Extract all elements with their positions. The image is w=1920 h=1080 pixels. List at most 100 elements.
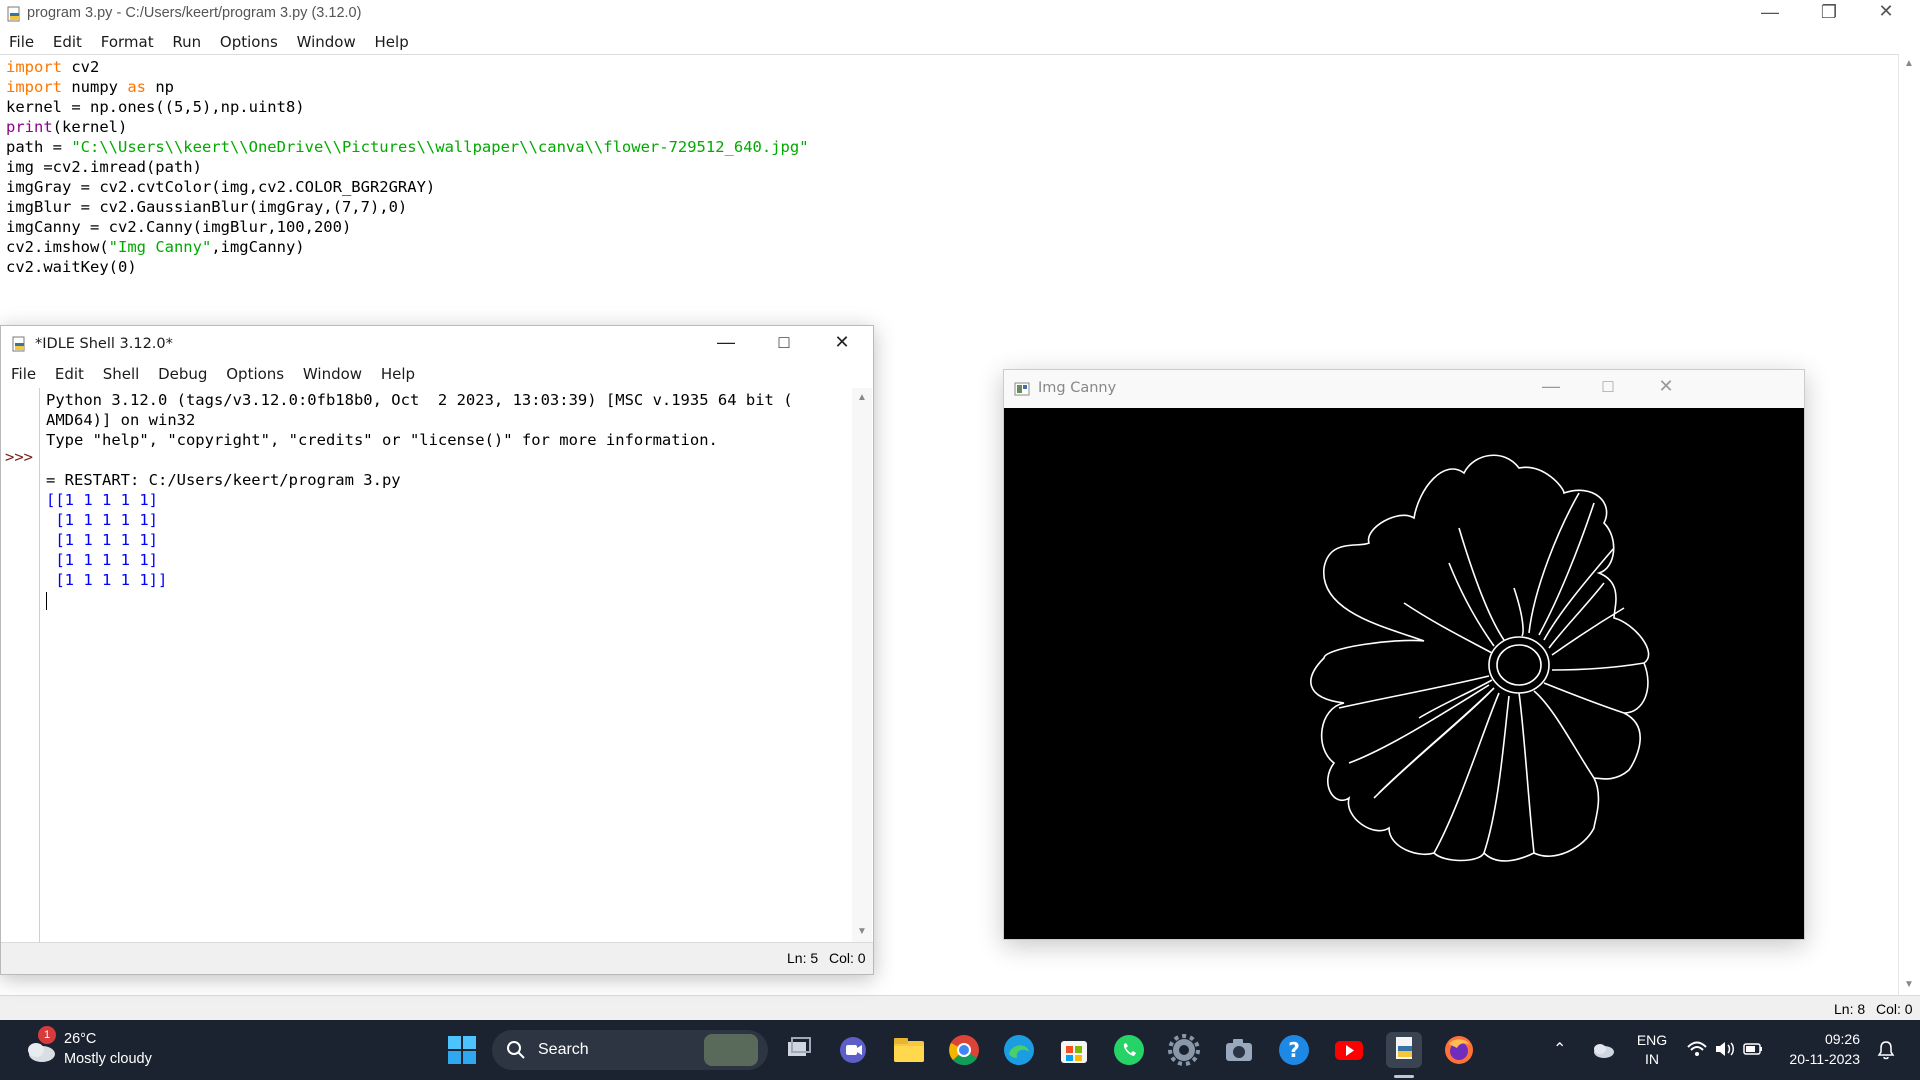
canny-window-title: Img Canny (1038, 380, 1117, 396)
youtube-icon[interactable] (1331, 1032, 1367, 1068)
menu-help[interactable]: Help (375, 33, 409, 51)
code-line-2: import numpy as np (6, 78, 174, 96)
weather-widget[interactable]: 1 (22, 1026, 58, 1064)
code-line-8: imgBlur = cv2.GaussianBlur(imgGray,(7,7)… (6, 198, 408, 216)
canny-minimize-button[interactable]: — (1531, 376, 1571, 397)
img-canny-window: Img Canny — □ ✕ (1003, 369, 1805, 940)
code-line-11: cv2.waitKey(0) (6, 258, 137, 276)
shell-prompt-gutter: >>> (1, 388, 40, 942)
file-explorer-icon[interactable] (891, 1032, 927, 1068)
shell-menu-options[interactable]: Options (226, 365, 284, 383)
shell-output-area[interactable]: Python 3.12.0 (tags/v3.12.0:0fb18b0, Oct… (40, 388, 852, 942)
shell-menu-debug[interactable]: Debug (158, 365, 207, 383)
shell-prompt: >>> (5, 448, 33, 466)
tray-overflow-chevron-icon[interactable]: ⌃ (1553, 1039, 1566, 1059)
edge-icon[interactable] (1001, 1032, 1037, 1068)
clock-date[interactable]: 20-11-2023 (1780, 1051, 1860, 1067)
scroll-down-arrow-icon[interactable]: ▼ (1904, 979, 1914, 990)
taskbar-search-box[interactable]: Search (492, 1030, 768, 1070)
menu-format[interactable]: Format (101, 33, 154, 51)
shell-menu-window[interactable]: Window (303, 365, 362, 383)
editor-scrollbar[interactable]: ▲ ▼ (1898, 54, 1920, 995)
shell-output-line-4: [1 1 1 1 1] (46, 551, 158, 569)
settings-gear-icon[interactable] (1166, 1032, 1202, 1068)
clock-time[interactable]: 09:26 (1780, 1031, 1860, 1047)
code-line-9: imgCanny = cv2.Canny(imgBlur,100,200) (6, 218, 352, 236)
search-label: Search (538, 1041, 589, 1058)
shell-window-title: *IDLE Shell 3.12.0* (35, 336, 173, 352)
firefox-icon[interactable] (1441, 1032, 1477, 1068)
code-line-4: print(kernel) (6, 118, 128, 136)
meet-icon[interactable] (835, 1032, 871, 1068)
shell-menu-file[interactable]: File (11, 365, 36, 383)
shell-menubar: File Edit Shell Debug Options Window Hel… (1, 362, 873, 387)
shell-output-line-2: [1 1 1 1 1] (46, 511, 158, 529)
whatsapp-icon[interactable] (1111, 1032, 1147, 1068)
canny-close-button[interactable]: ✕ (1646, 376, 1686, 397)
onedrive-sync-icon[interactable] (1590, 1038, 1616, 1060)
shell-menu-shell[interactable]: Shell (103, 365, 140, 383)
shell-banner-line-2: AMD64)] on win32 (46, 411, 196, 429)
code-line-3: kernel = np.ones((5,5),np.uint8) (6, 98, 305, 116)
editor-statusbar: Ln: 8 Col: 0 (0, 995, 1920, 1021)
canny-titlebar[interactable]: Img Canny — □ ✕ (1004, 370, 1804, 408)
menu-edit[interactable]: Edit (53, 33, 82, 51)
canny-maximize-button[interactable]: □ (1588, 376, 1628, 397)
menu-options[interactable]: Options (220, 33, 278, 51)
help-icon[interactable]: ? (1276, 1032, 1312, 1068)
code-line-1: import cv2 (6, 58, 100, 76)
close-button[interactable]: ✕ (1866, 1, 1906, 22)
volume-icon[interactable] (1714, 1039, 1736, 1059)
language-line-1[interactable]: ENG (1635, 1032, 1669, 1048)
shell-scroll-down-icon[interactable]: ▼ (857, 926, 867, 937)
text-cursor (46, 592, 47, 610)
line-indicator: Ln: 8 (1834, 1001, 1866, 1017)
shell-output-line-5: [1 1 1 1 1]] (46, 571, 168, 589)
restore-button[interactable]: ❐ (1809, 2, 1849, 23)
shell-minimize-button[interactable]: — (706, 332, 746, 353)
task-view-icon[interactable] (780, 1032, 816, 1068)
minimize-button[interactable]: — (1750, 2, 1790, 23)
shell-output-line-1: [[1 1 1 1 1] (46, 491, 158, 509)
weather-temp: 26°C (64, 1031, 97, 1047)
python-shell-icon (12, 336, 25, 352)
shell-titlebar[interactable]: *IDLE Shell 3.12.0* — □ ✕ (1, 326, 873, 362)
opencv-window-icon (1014, 382, 1030, 396)
shell-menu-edit[interactable]: Edit (55, 365, 84, 383)
shell-maximize-button[interactable]: □ (764, 332, 804, 353)
battery-icon[interactable] (1742, 1039, 1764, 1059)
menu-file[interactable]: File (9, 33, 34, 51)
shell-statusbar: Ln: 5 Col: 0 (1, 942, 873, 974)
shell-banner-line-3: Type "help", "copyright", "credits" or "… (46, 431, 718, 449)
menu-run[interactable]: Run (172, 33, 201, 51)
shell-line-indicator: Ln: 5 (787, 950, 819, 966)
editor-menubar: File Edit Format Run Options Window Help (0, 29, 1920, 54)
weather-condition: Mostly cloudy (64, 1051, 152, 1067)
language-line-2[interactable]: IN (1635, 1051, 1669, 1067)
shell-scrollbar[interactable]: ▲ ▼ (852, 388, 872, 942)
chrome-icon[interactable] (946, 1032, 982, 1068)
taskbar: 1 26°C Mostly cloudy Search ? ⌃ ENG IN 0… (0, 1020, 1920, 1080)
camera-icon[interactable] (1221, 1032, 1257, 1068)
col-indicator: Col: 0 (1876, 1001, 1913, 1017)
shell-output-line-3: [1 1 1 1 1] (46, 531, 158, 549)
flower-edge-drawing (1310, 454, 1650, 862)
shell-scroll-up-icon[interactable]: ▲ (857, 392, 867, 403)
shell-menu-help[interactable]: Help (381, 365, 415, 383)
notification-bell-icon[interactable] (1876, 1040, 1896, 1060)
shell-banner-line-1: Python 3.12.0 (tags/v3.12.0:0fb18b0, Oct… (46, 391, 793, 409)
scroll-up-arrow-icon[interactable]: ▲ (1904, 58, 1914, 69)
editor-titlebar[interactable]: program 3.py - C:/Users/keert/program 3.… (0, 0, 1920, 29)
shell-close-button[interactable]: ✕ (822, 332, 862, 353)
svg-text:?: ? (1288, 1038, 1300, 1062)
idle-taskbar-icon[interactable] (1386, 1032, 1422, 1068)
code-line-7: imgGray = cv2.cvtColor(img,cv2.COLOR_BGR… (6, 178, 436, 196)
start-button[interactable] (444, 1032, 480, 1068)
windows-logo-icon (448, 1036, 476, 1064)
code-line-10: cv2.imshow("Img Canny",imgCanny) (6, 238, 305, 256)
canny-edge-image (1004, 408, 1804, 939)
wifi-icon[interactable] (1686, 1039, 1708, 1059)
menu-window[interactable]: Window (297, 33, 356, 51)
microsoft-store-icon[interactable] (1056, 1032, 1092, 1068)
shell-restart-line: = RESTART: C:/Users/keert/program 3.py (46, 471, 401, 489)
